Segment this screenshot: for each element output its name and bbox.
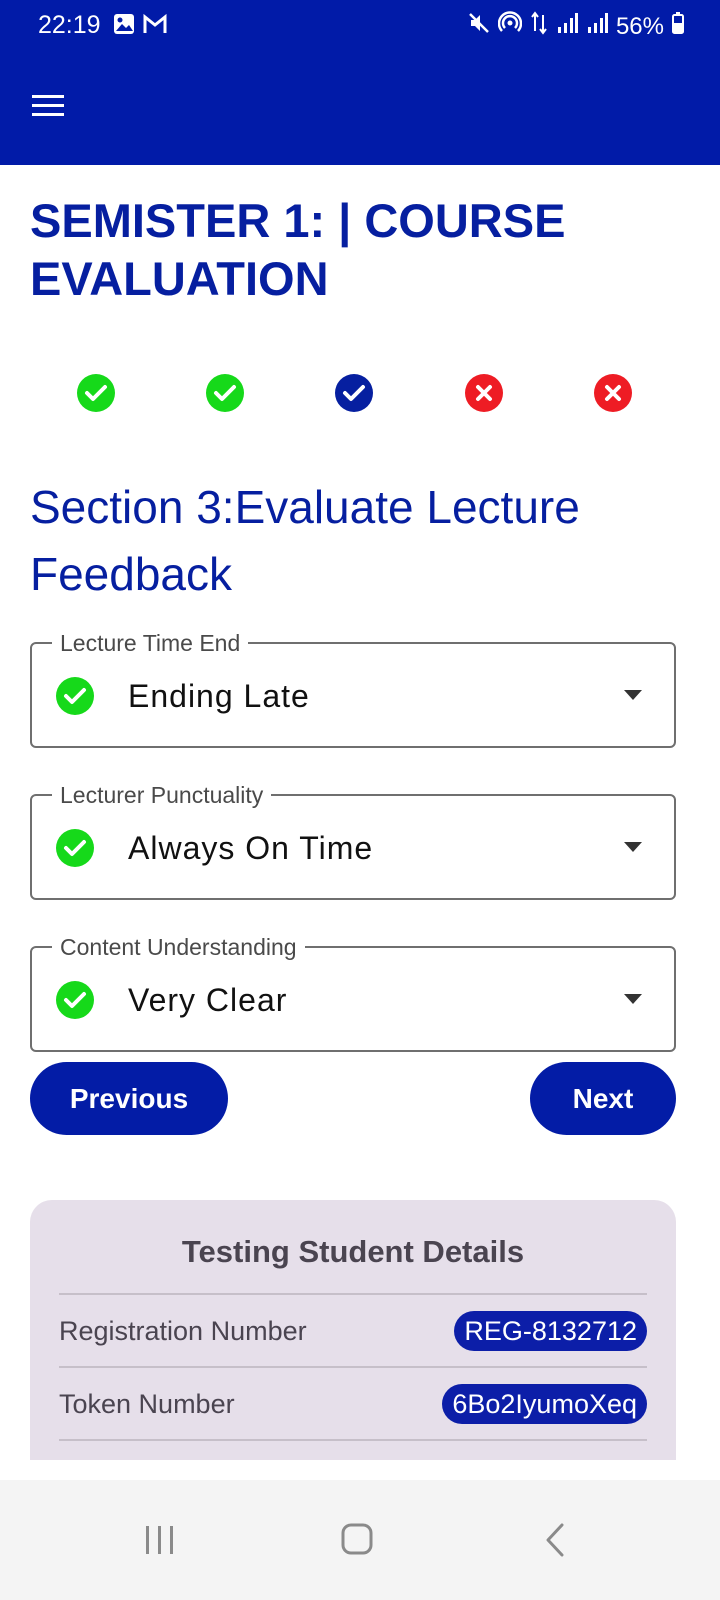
data-icon (530, 11, 548, 42)
lecture-time-end-dropdown[interactable]: Lecture Time End Ending Late (30, 629, 676, 748)
mute-icon (468, 12, 490, 41)
student-details-card: Testing Student Details Registration Num… (30, 1200, 676, 1460)
section-title: Section 3:Evaluate Lecture Feedback (30, 481, 580, 600)
battery-percent: 56% (615, 12, 664, 40)
dropdown-arrow-icon[interactable] (624, 690, 642, 700)
field-value: Ending Late (128, 678, 310, 714)
hotspot-icon (497, 11, 523, 42)
status-bar: 22:19 56% (0, 0, 720, 52)
dropdown-arrow-icon[interactable] (624, 994, 642, 1004)
back-icon[interactable] (538, 1518, 582, 1562)
home-icon[interactable] (338, 1518, 382, 1562)
next-button[interactable]: Next (530, 1062, 676, 1135)
field-label: Lecture Time End (52, 629, 249, 657)
field-label: Lecturer Punctuality (52, 781, 272, 809)
check-icon (56, 981, 94, 1019)
page-title: SEMISTER 1: | COURSE EVALUATION (30, 194, 566, 305)
divider (59, 1293, 647, 1295)
step-3-check-icon (335, 374, 373, 412)
registration-number-label: Registration Number (59, 1316, 307, 1346)
dropdown-arrow-icon[interactable] (624, 842, 642, 852)
card-title: Testing Student Details (181, 1234, 525, 1269)
divider (59, 1366, 647, 1368)
field-value: Very Clear (128, 982, 288, 1018)
field-value: Always On Time (128, 830, 374, 866)
field-label: Content Understanding (52, 933, 305, 961)
navigation-bar (0, 1480, 720, 1600)
divider (59, 1439, 647, 1441)
check-icon (56, 829, 94, 867)
content-understanding-dropdown[interactable]: Content Understanding Very Clear (30, 933, 676, 1052)
step-2-check-icon (206, 374, 244, 412)
image-icon (113, 13, 135, 40)
signal-icon (586, 12, 608, 41)
recent-apps-icon[interactable] (138, 1518, 182, 1562)
step-4-close-icon (465, 374, 503, 412)
registration-number-value: REG-8132712 (454, 1311, 647, 1351)
lecturer-punctuality-dropdown[interactable]: Lecturer Punctuality Always On Time (30, 781, 676, 900)
app-bar (0, 52, 720, 165)
step-5-close-icon (594, 374, 632, 412)
step-1-check-icon (77, 374, 115, 412)
token-number-label: Token Number (59, 1389, 235, 1419)
gmail-icon (143, 13, 167, 40)
signal-icon (556, 12, 578, 41)
check-icon (56, 677, 94, 715)
status-time: 22:19 (38, 11, 101, 39)
previous-button[interactable]: Previous (30, 1062, 228, 1135)
hamburger-menu-icon[interactable] (30, 86, 78, 126)
token-number-value: 6Bo2IyumoXeq (442, 1384, 647, 1424)
battery-icon (672, 12, 684, 41)
